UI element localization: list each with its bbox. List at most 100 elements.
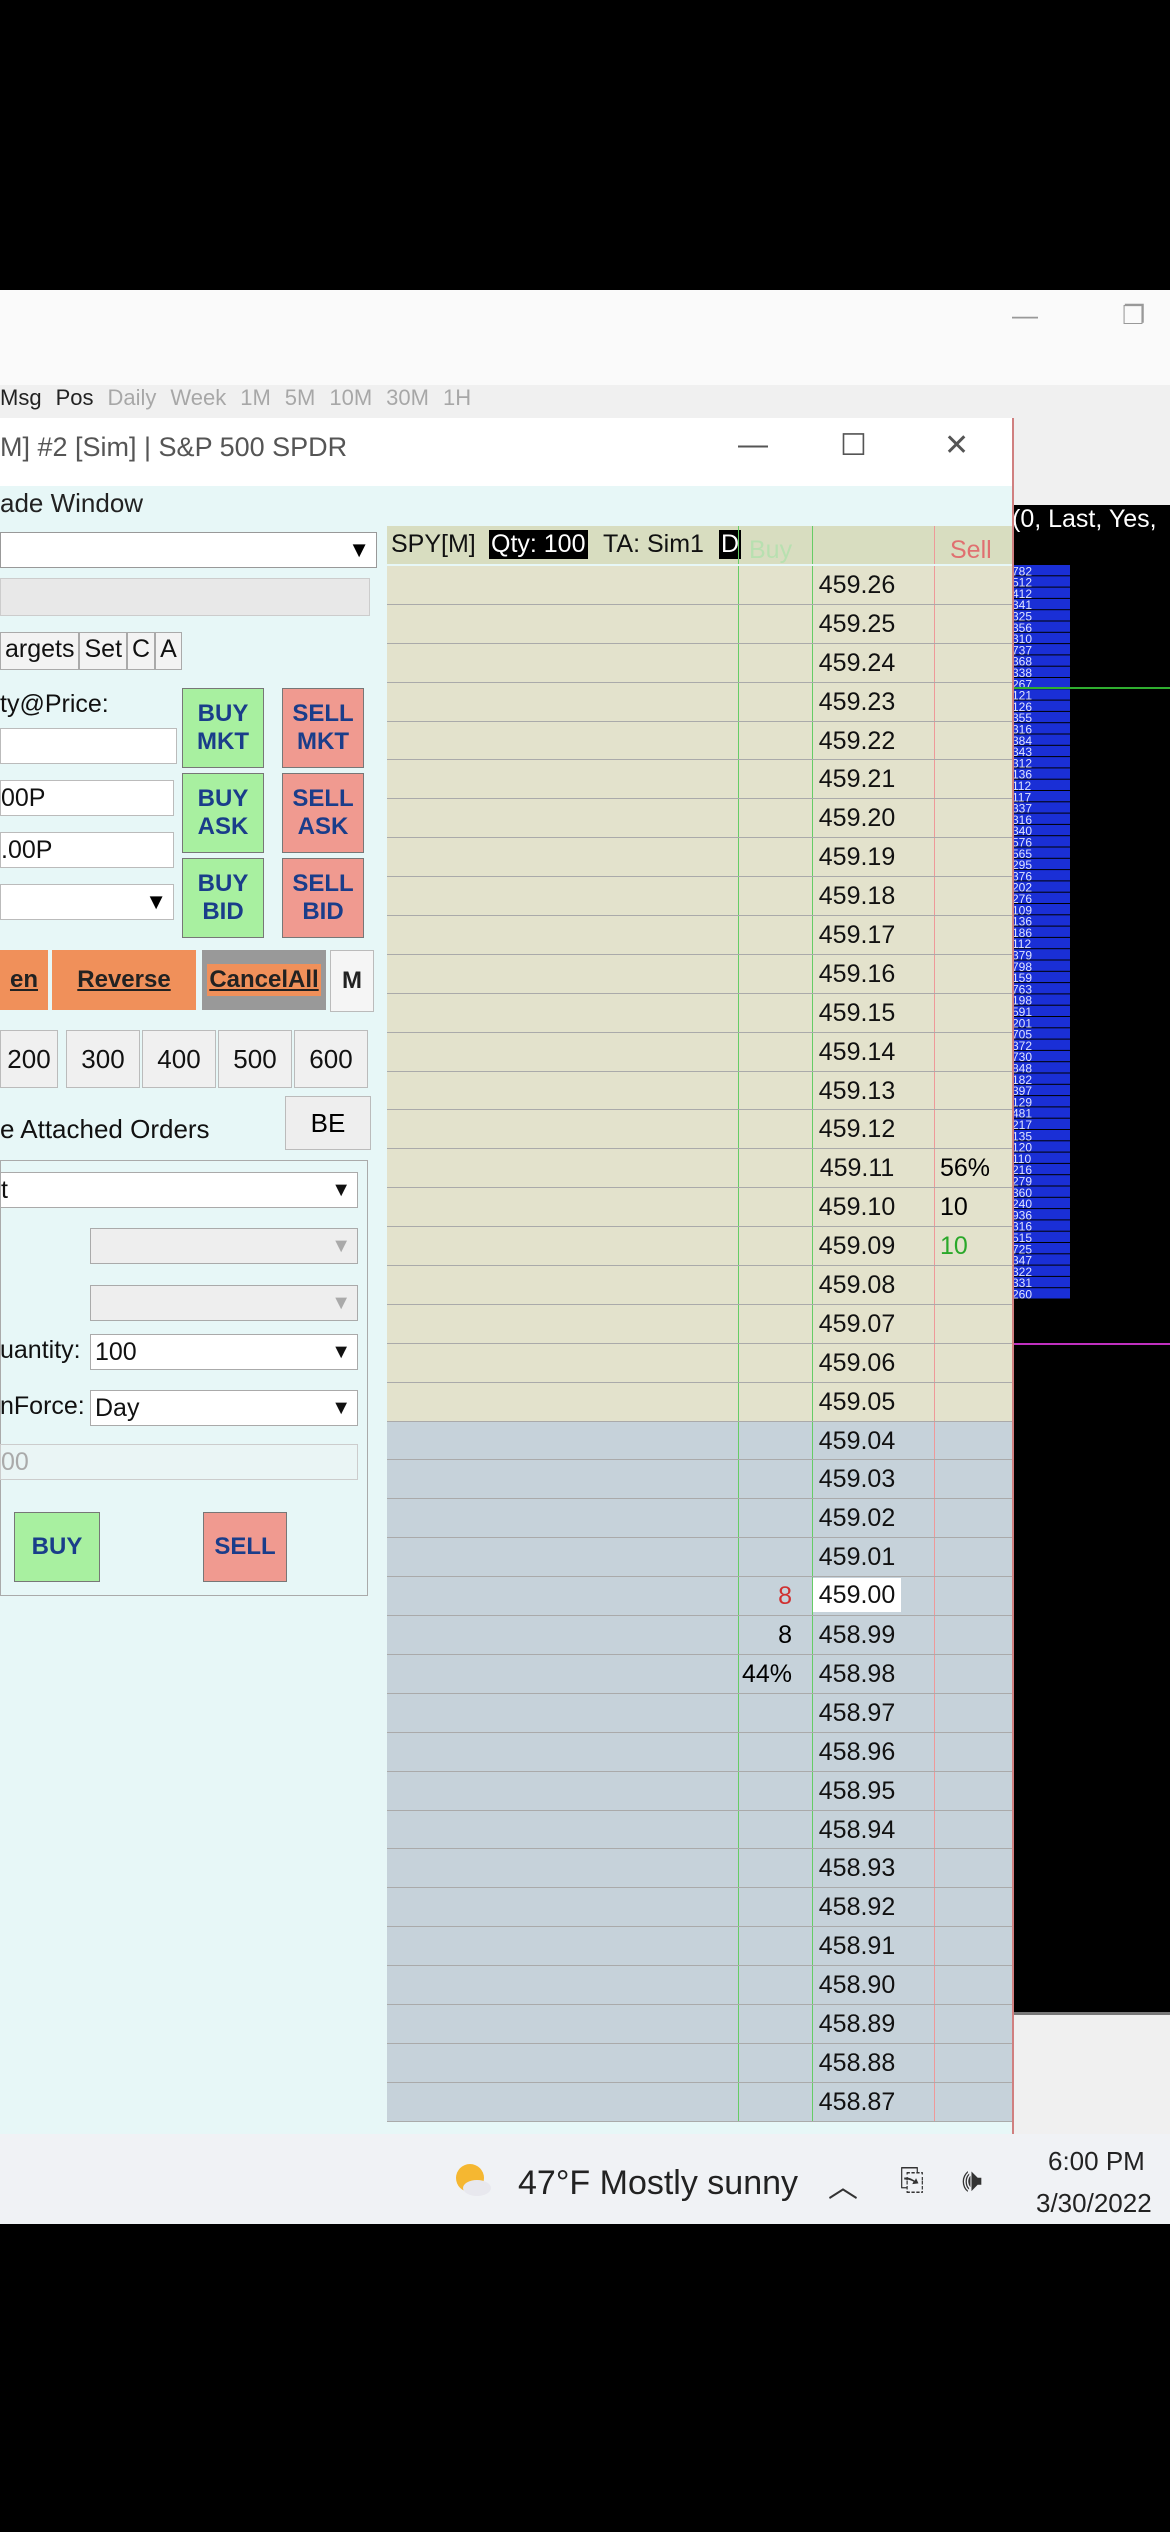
- ladder-row[interactable]: 458.89: [387, 2004, 1012, 2044]
- buy-button[interactable]: BUY: [14, 1512, 100, 1582]
- qty-500-button[interactable]: 500: [218, 1030, 292, 1088]
- sell-bid-button[interactable]: SELL BID: [282, 858, 364, 938]
- ladder-row[interactable]: 458.96: [387, 1732, 1012, 1772]
- bid-cell[interactable]: 8: [737, 1582, 792, 1611]
- meet-now-icon[interactable]: ⎘: [900, 2164, 924, 2198]
- background-minimize-button[interactable]: —: [1012, 300, 1038, 331]
- weather-text[interactable]: 47°F Mostly sunny: [518, 2164, 798, 2203]
- price-input-2[interactable]: .00P: [0, 832, 174, 868]
- ladder-row[interactable]: 459.25: [387, 604, 1012, 644]
- qty-200-button[interactable]: 200: [0, 1030, 58, 1088]
- ladder-row[interactable]: 459.01: [387, 1538, 1012, 1578]
- ladder-row[interactable]: 458.97: [387, 1693, 1012, 1733]
- ladder-row[interactable]: 8 459.00: [387, 1577, 1012, 1617]
- price-input-1[interactable]: 00P: [0, 780, 174, 816]
- ladder-row[interactable]: 459.24: [387, 643, 1012, 683]
- ladder-row[interactable]: 458.92: [387, 1888, 1012, 1928]
- ask-cell[interactable]: 10: [940, 1193, 1000, 1222]
- background-tab[interactable]: 1H: [443, 385, 471, 410]
- qty-600-button[interactable]: 600: [294, 1030, 368, 1088]
- strategy-combo[interactable]: t ▼: [0, 1172, 358, 1208]
- bid-cell[interactable]: 8: [737, 1621, 792, 1650]
- ladder-row[interactable]: 459.22: [387, 721, 1012, 761]
- background-tab[interactable]: Pos: [56, 385, 94, 410]
- ladder-row[interactable]: 459.08: [387, 1266, 1012, 1305]
- ask-cell[interactable]: 10: [940, 1232, 1000, 1261]
- background-restore-button[interactable]: ❐: [1122, 300, 1145, 331]
- chart-panel[interactable]: 782 512 412 341 325 356 310 737 368 338 267 121 126 3…: [1012, 505, 1170, 2015]
- minimize-button[interactable]: —: [738, 428, 768, 462]
- tab-set[interactable]: Set: [79, 632, 128, 670]
- tab-a[interactable]: A: [155, 632, 182, 670]
- clock-date[interactable]: 3/30/2022: [1036, 2188, 1152, 2219]
- weather-sunny-icon[interactable]: [450, 2158, 494, 2202]
- bid-cell[interactable]: 44%: [737, 1660, 792, 1689]
- sell-mkt-button[interactable]: SELL MKT: [282, 688, 364, 768]
- cancel-all-button[interactable]: CancelAll: [202, 950, 326, 1010]
- open-button[interactable]: en: [0, 950, 48, 1010]
- ladder-row[interactable]: 459.19: [387, 838, 1012, 878]
- tif-combo[interactable]: Day ▼: [90, 1390, 358, 1426]
- reverse-button[interactable]: Reverse: [52, 950, 196, 1010]
- ladder-row[interactable]: 459.17: [387, 916, 1012, 955]
- sell-ask-button[interactable]: SELL ASK: [282, 773, 364, 853]
- background-tab[interactable]: 1M: [240, 385, 271, 410]
- chevron-up-icon[interactable]: ︿: [828, 2162, 858, 2206]
- ladder-row[interactable]: 458.88: [387, 2043, 1012, 2083]
- ladder-row[interactable]: 458.87: [387, 2082, 1012, 2122]
- ladder-row[interactable]: 459.23: [387, 682, 1012, 722]
- buy-bid-button[interactable]: BUY BID: [182, 858, 264, 938]
- ladder-row[interactable]: 459.07: [387, 1304, 1012, 1344]
- ladder-row[interactable]: 458.94: [387, 1810, 1012, 1850]
- background-tab[interactable]: 5M: [285, 385, 316, 410]
- ladder-row[interactable]: 459.04: [387, 1421, 1012, 1461]
- ladder-row[interactable]: 458.90: [387, 1966, 1012, 2005]
- be-button[interactable]: BE: [285, 1096, 371, 1150]
- order-type-combo[interactable]: ▼: [0, 884, 174, 920]
- ladder-row[interactable]: 459.13: [387, 1071, 1012, 1111]
- ladder-row[interactable]: 459.03: [387, 1460, 1012, 1500]
- ladder-row[interactable]: 458.91: [387, 1927, 1012, 1967]
- buy-mkt-button[interactable]: BUY MKT: [182, 688, 264, 768]
- speaker-icon[interactable]: 🕪: [962, 2162, 982, 2200]
- account-combo[interactable]: ▼: [0, 532, 377, 568]
- m-button[interactable]: M: [330, 950, 374, 1012]
- ladder-row[interactable]: 459.12: [387, 1110, 1012, 1150]
- ladder-row[interactable]: 459.20: [387, 799, 1012, 839]
- maximize-button[interactable]: ☐: [840, 428, 867, 463]
- clock-time[interactable]: 6:00 PM: [1048, 2146, 1145, 2177]
- sell-button[interactable]: SELL: [203, 1512, 287, 1582]
- tab-c[interactable]: C: [127, 632, 156, 670]
- background-tab[interactable]: Daily: [107, 385, 156, 410]
- ladder-row[interactable]: 459.06: [387, 1343, 1012, 1383]
- ladder-row[interactable]: 459.14: [387, 1032, 1012, 1072]
- ladder-row[interactable]: 458.95: [387, 1771, 1012, 1811]
- qty-400-button[interactable]: 400: [142, 1030, 216, 1088]
- tab-targets[interactable]: argets: [0, 632, 80, 670]
- ladder-row[interactable]: 459.18: [387, 877, 1012, 917]
- qty-price-field[interactable]: [0, 728, 177, 764]
- price-ladder[interactable]: 459.26 459.25 459.24 459.23 459.22 459.21 459.…: [387, 566, 1012, 2122]
- ladder-row[interactable]: 459.02: [387, 1499, 1012, 1539]
- background-tab[interactable]: 10M: [329, 385, 372, 410]
- ladder-row[interactable]: 8 458.99: [387, 1616, 1012, 1655]
- close-button[interactable]: ✕: [944, 428, 969, 463]
- dom-qty[interactable]: Qty: 100: [489, 530, 588, 559]
- menu-bar[interactable]: ade Window: [0, 488, 390, 528]
- ask-cell[interactable]: 56%: [940, 1154, 1000, 1183]
- qty-300-button[interactable]: 300: [66, 1030, 140, 1088]
- ladder-row[interactable]: 459.15: [387, 993, 1012, 1033]
- ladder-row[interactable]: 459.05: [387, 1382, 1012, 1422]
- quantity-combo[interactable]: 100 ▼: [90, 1334, 358, 1370]
- background-tab[interactable]: 30M: [386, 385, 429, 410]
- ladder-row[interactable]: 459.10 10: [387, 1188, 1012, 1228]
- ladder-row[interactable]: 459.21: [387, 760, 1012, 800]
- ladder-row[interactable]: 459.11 56%: [387, 1149, 1012, 1189]
- ladder-row[interactable]: 44% 458.98: [387, 1654, 1012, 1694]
- background-tab[interactable]: Week: [170, 385, 226, 410]
- buy-ask-button[interactable]: BUY ASK: [182, 773, 264, 853]
- background-tab[interactable]: Msg: [0, 385, 42, 410]
- ladder-row[interactable]: 459.09 10: [387, 1227, 1012, 1267]
- ladder-row[interactable]: 459.16: [387, 954, 1012, 994]
- ladder-row[interactable]: 458.93: [387, 1849, 1012, 1889]
